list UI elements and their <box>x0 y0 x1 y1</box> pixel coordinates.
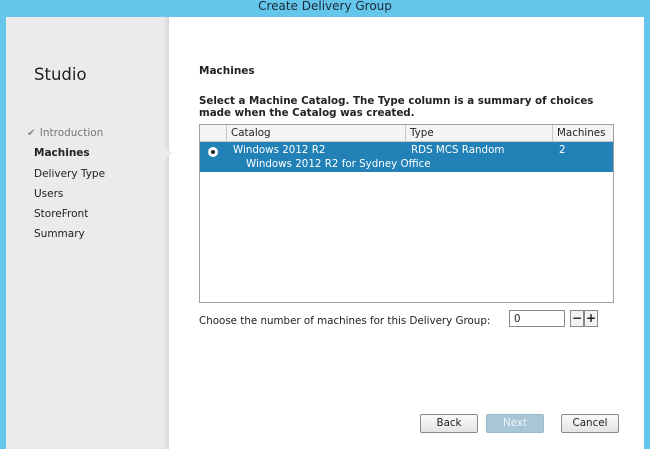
radio-column-header <box>200 125 227 141</box>
step-label: Introduction <box>39 127 104 139</box>
instruction-text: Select a Machine Catalog. The Type colum… <box>199 95 594 119</box>
step-delivery-type[interactable]: Delivery Type <box>34 168 105 188</box>
machine-count-input[interactable] <box>509 310 565 327</box>
step-storefront[interactable]: StoreFront <box>34 208 105 228</box>
catalog-name: Windows 2012 R2 <box>233 144 326 156</box>
section-title: Machines <box>199 65 255 77</box>
wizard-window: Studio ✔ Introduction Machines Delivery … <box>6 17 644 449</box>
step-introduction[interactable]: ✔ Introduction <box>27 127 105 147</box>
back-button[interactable]: Back <box>420 414 478 433</box>
step-label: StoreFront <box>34 208 89 221</box>
row-radio-button[interactable] <box>208 147 218 157</box>
step-summary[interactable]: Summary <box>34 228 105 248</box>
column-header-catalog[interactable]: Catalog <box>227 125 406 141</box>
table-header: Catalog Type Machines <box>200 125 613 142</box>
step-label: Delivery Type <box>34 167 106 180</box>
column-header-machines[interactable]: Machines <box>553 125 613 141</box>
table-row[interactable]: Windows 2012 R2 Windows 2012 R2 for Sydn… <box>200 142 613 172</box>
machine-count-label: Choose the number of machines for this D… <box>199 315 491 327</box>
studio-title: Studio <box>34 65 87 84</box>
step-label: Summary <box>34 228 85 241</box>
catalog-description: Windows 2012 R2 for Sydney Office <box>246 158 431 170</box>
wizard-sidebar: Studio ✔ Introduction Machines Delivery … <box>6 17 169 449</box>
wizard-steps: ✔ Introduction Machines Delivery Type Us… <box>27 127 105 249</box>
window-title: Create Delivery Group <box>258 0 392 13</box>
column-header-type[interactable]: Type <box>406 125 553 141</box>
check-icon: ✔ <box>27 128 36 139</box>
step-label: Users <box>34 187 64 200</box>
cancel-button[interactable]: Cancel <box>561 414 619 433</box>
catalog-type: RDS MCS Random <box>411 144 505 156</box>
step-users[interactable]: Users <box>34 188 105 208</box>
next-button[interactable]: Next <box>486 414 544 433</box>
active-step-pointer <box>163 145 172 161</box>
step-label: Machines <box>34 147 90 160</box>
catalog-table: Catalog Type Machines Windows 2012 R2 Wi… <box>199 124 614 303</box>
step-machines[interactable]: Machines <box>34 147 105 167</box>
catalog-machines: 2 <box>559 144 566 156</box>
increment-button[interactable]: + <box>584 310 598 327</box>
decrement-button[interactable]: − <box>570 310 584 327</box>
